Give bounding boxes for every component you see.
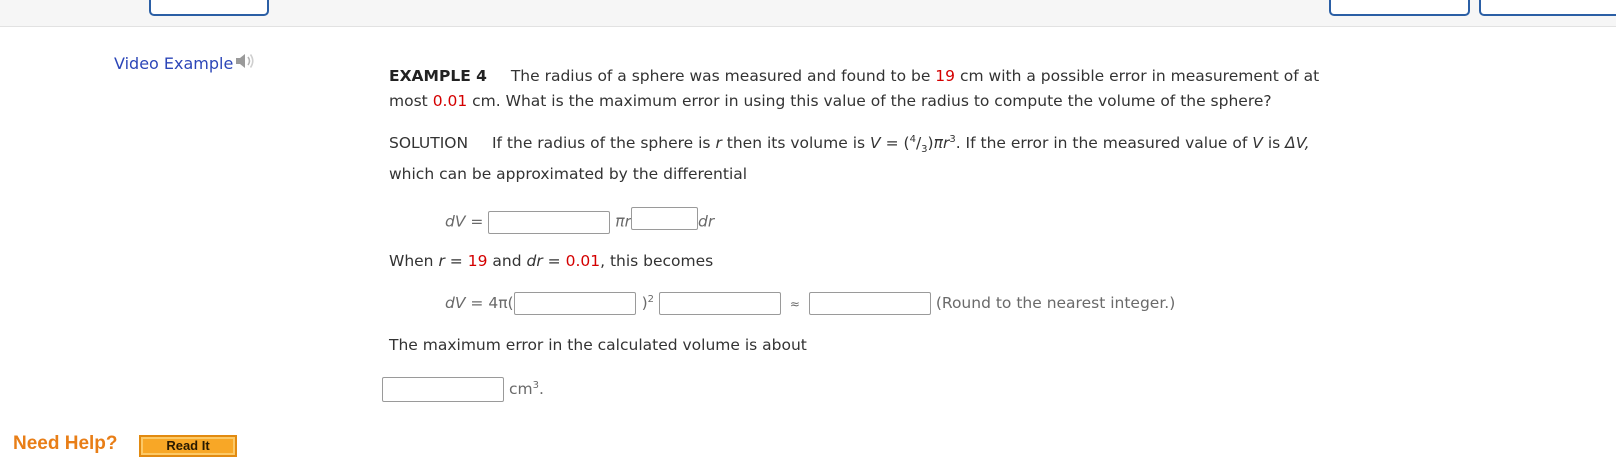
example-line-1: EXAMPLE 4 The radius of a sphere was mea… <box>389 67 1319 85</box>
when-text-b: , this becomes <box>600 252 714 270</box>
solution-text-c: . If the error in the measured value of <box>955 134 1248 153</box>
when-line: When r = 19 and dr = 0.01, this becomes <box>389 252 713 270</box>
dv-coefficient-input[interactable] <box>488 210 611 234</box>
example-text-d: cm. What is the maximum error in using t… <box>472 92 1272 110</box>
solution-text-d: is <box>1267 134 1281 153</box>
video-example-label: Video Example <box>114 53 234 73</box>
dv-exponent-input[interactable] <box>630 207 698 230</box>
solution-eq: = <box>885 134 899 153</box>
final-answer-input[interactable] <box>382 377 504 402</box>
example-text-c: most <box>389 92 428 110</box>
solution-v: V <box>870 134 881 153</box>
formula-pi-r: πr <box>933 134 950 153</box>
when-r: r <box>438 252 445 270</box>
example-heading: EXAMPLE 4 <box>389 67 487 85</box>
example-text-b: cm with a possible error in measurement … <box>959 67 1320 85</box>
dv-pi-r: πr <box>615 212 631 231</box>
when-eq-2: = <box>547 252 561 270</box>
final-period: . <box>538 380 544 398</box>
solution-label: SOLUTION <box>389 134 469 153</box>
dv-eq: = <box>470 212 484 231</box>
dv4-lhs: dV <box>445 294 466 312</box>
frac-num: 4 <box>909 134 916 145</box>
solution-line-1: SOLUTION If the radius of the sphere is … <box>389 134 1310 155</box>
solution-delta-v: ΔV, <box>1285 134 1310 153</box>
example-error: 0.01 <box>432 92 468 110</box>
when-text-a: When <box>389 252 434 270</box>
solution-text-b: then its volume is <box>726 134 866 153</box>
dv4-square: 2 <box>647 293 655 305</box>
when-eq-1: = <box>449 252 463 270</box>
dv-lhs: dV <box>445 212 466 231</box>
top-toolbar <box>0 0 1616 27</box>
when-dr: dr <box>526 252 543 270</box>
frac-den: 3 <box>921 144 928 156</box>
when-r-value: 19 <box>467 252 488 270</box>
dv-dr: dr <box>697 212 715 231</box>
conclusion-text: The maximum error in the calculated volu… <box>389 336 807 354</box>
example-line-2: most 0.01 cm. What is the maximum error … <box>389 92 1272 110</box>
speaker-icon <box>235 51 257 75</box>
dv4-result-input[interactable] <box>808 292 931 315</box>
video-example-link[interactable]: Video Example <box>114 51 257 75</box>
toolbar-button-1[interactable] <box>149 0 269 16</box>
example-text-a: The radius of a sphere was measured and … <box>510 67 931 85</box>
dv-equation: dV = πr dr <box>445 207 714 234</box>
solution-r: r <box>715 134 722 153</box>
when-and: and <box>492 252 522 270</box>
toolbar-button-2[interactable] <box>1329 0 1470 16</box>
toolbar-button-3[interactable] <box>1479 0 1616 16</box>
dv4-four-pi: 4π( <box>488 294 514 312</box>
solution-line-2: which can be approximated by the differe… <box>389 165 748 183</box>
solution-text-a: If the radius of the sphere is <box>491 134 711 153</box>
dv4-approx: ≈ <box>789 297 800 311</box>
final-unit: cm <box>508 380 533 398</box>
example-radius: 19 <box>935 67 956 85</box>
dv4-dr-input[interactable] <box>658 292 781 315</box>
round-hint: (Round to the nearest integer.) <box>935 294 1176 312</box>
final-answer-line: cm3. <box>382 377 544 402</box>
dv4-eq: = <box>470 294 484 312</box>
dv4-equation: dV = 4π()2 ≈ (Round to the nearest integ… <box>445 292 1175 315</box>
dv4-radius-input[interactable] <box>513 292 636 315</box>
volume-formula: (4/3)πr3 <box>903 134 956 156</box>
solution-v-2: V <box>1252 134 1263 153</box>
read-it-button[interactable]: Read It <box>139 435 237 457</box>
need-help-label: Need Help? <box>13 433 118 454</box>
when-dr-value: 0.01 <box>565 252 601 270</box>
